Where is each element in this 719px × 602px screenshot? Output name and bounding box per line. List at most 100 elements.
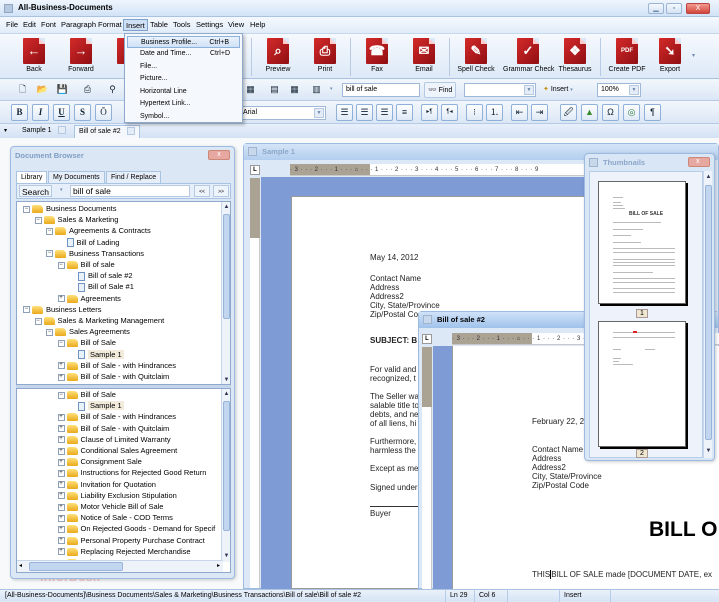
expand-icon[interactable]: + [57, 514, 65, 522]
close-browser-button[interactable]: x [208, 150, 230, 160]
scrollbar-thumb[interactable] [705, 185, 712, 440]
tree-folder-item[interactable]: − Sales Agreements [46, 326, 130, 337]
tree-folder-item[interactable]: + Agreements [57, 293, 121, 304]
scroll-up-icon[interactable]: ▲ [222, 390, 230, 399]
scroll-up-icon[interactable]: ▲ [704, 173, 713, 182]
tree-folder-item[interactable]: + Bill of Sale - with Quitclaim [57, 371, 169, 382]
tree-folder-item[interactable]: − Business Letters [23, 304, 101, 315]
align-right-button[interactable]: ☰ [376, 104, 393, 121]
tree-folder-item[interactable]: + Clause of Limited Warranty [57, 434, 171, 445]
tree-folder-item[interactable]: − Business Transactions [46, 248, 144, 259]
tree-folder-item[interactable]: − Sales & Marketing [34, 214, 118, 225]
style-select[interactable]: ▼ [464, 83, 536, 97]
tree-folder-item[interactable]: + Bill of Sale - with Hindrances [57, 360, 176, 371]
expand-icon[interactable]: + [57, 295, 65, 303]
find-button[interactable]: 👓 Find [424, 82, 457, 98]
menu-insert[interactable]: Insert [123, 19, 148, 31]
increase-indent-button[interactable]: ⇥ [531, 104, 548, 121]
tab-stop-selector[interactable]: L [250, 165, 260, 175]
italic-button[interactable]: I [32, 104, 49, 121]
table-insert-button[interactable]: ▤ [266, 81, 283, 98]
tree-folder-item[interactable]: + Notice of Sale - COD Terms [57, 512, 173, 523]
collapse-icon[interactable]: − [57, 261, 65, 269]
fax-button[interactable]: ☎ Fax [354, 37, 400, 79]
menu-tools[interactable]: Tools [171, 19, 193, 31]
toolbar-overflow-icon[interactable]: ▾ [692, 52, 695, 59]
tab-stop-selector[interactable]: L [422, 334, 432, 344]
menu-help[interactable]: Help [248, 19, 267, 31]
expand-icon[interactable]: + [57, 503, 65, 511]
zoom-select[interactable]: 100% ▼ [597, 83, 641, 97]
back-button[interactable]: ← Back [11, 37, 57, 79]
collapse-icon[interactable]: − [46, 250, 53, 258]
menu-file[interactable]: File [4, 19, 20, 31]
align-left-button[interactable]: ☰ [336, 104, 353, 121]
collapse-icon[interactable]: − [34, 317, 42, 325]
email-button[interactable]: ✉ Email [401, 37, 447, 79]
scrollbar-thumb[interactable] [29, 562, 123, 571]
close-button[interactable]: X [686, 3, 710, 14]
scroll-down-icon[interactable]: ▼ [704, 447, 713, 456]
app-icon[interactable] [4, 4, 13, 13]
scrollbar-thumb[interactable] [223, 401, 230, 531]
tree-document-item[interactable]: Bill of sale #2 [69, 270, 133, 281]
maximize-button[interactable]: ▫ [666, 3, 682, 14]
expand-icon[interactable]: + [57, 481, 65, 489]
search-mode-button[interactable]: Search [19, 185, 52, 197]
tab-bill-of-sale-2[interactable]: Bill of sale #2 [74, 125, 140, 138]
ltr-button[interactable]: ▸¶ [421, 104, 438, 121]
chevron-down-icon[interactable]: ▾ [60, 187, 63, 193]
expand-icon[interactable]: + [57, 492, 65, 500]
doc-body-line[interactable]: THISBILL OF SALE made [DOCUMENT DATE, ex [532, 570, 712, 580]
menu-item-picture[interactable]: Picture... [127, 73, 240, 85]
tree-folder-item[interactable]: − Bill of sale [57, 259, 115, 270]
expand-icon[interactable]: + [57, 525, 65, 533]
align-center-button[interactable]: ☰ [356, 104, 373, 121]
menu-item-business-profile[interactable]: Business Profile... Ctrl+B [127, 36, 240, 48]
thesaurus-button[interactable]: ❖ Thesaurus [552, 37, 598, 79]
font-select[interactable]: Arial ▼ [240, 106, 326, 120]
browser-search-input[interactable]: bill of sale [70, 185, 190, 197]
tree-folder-item[interactable]: + Consignment Sale [57, 456, 142, 467]
forward-button[interactable]: → Forward [58, 37, 104, 79]
export-button[interactable]: ➘ Export [647, 37, 693, 79]
tree-folder-item[interactable]: + Conditional Sales Agreement [57, 445, 177, 456]
tree-folder-item[interactable]: − Bill of Sale [57, 389, 116, 400]
collapse-icon[interactable]: − [34, 216, 42, 224]
calendar-button[interactable]: ▥ [308, 81, 325, 98]
insert-symbol-button[interactable]: Ω [602, 104, 619, 121]
tab-list-dropdown-icon[interactable]: ▾ [4, 127, 7, 134]
expand-icon[interactable]: + [57, 413, 65, 421]
tree-folder-item[interactable]: − Agreements & Contracts [46, 225, 151, 236]
thumbnail-page-number[interactable]: 2 [636, 449, 648, 458]
horizontal-ruler[interactable]: · 3 · · · 2 · · · 1 · · · ⌂ · · · 1 · · … [290, 164, 590, 176]
search-next-button[interactable]: >> [213, 185, 229, 197]
scroll-down-icon[interactable]: ▼ [222, 552, 230, 561]
close-tab-icon[interactable] [126, 127, 135, 136]
share-button[interactable]: ⚲ [104, 81, 121, 98]
tree-folder-item[interactable]: + Personal Property Purchase Contract [57, 535, 205, 546]
expand-icon[interactable]: + [57, 548, 65, 556]
vertical-ruler[interactable] [422, 347, 432, 590]
preview-button[interactable]: ⌕ Preview [255, 37, 301, 79]
insert-picture-button[interactable]: ▲ [581, 104, 598, 121]
justify-button[interactable]: ≡ [396, 104, 413, 121]
insert-image-button[interactable]: 🖉 [560, 104, 577, 121]
save-button[interactable]: 💾 [54, 81, 71, 98]
tree-folder-item[interactable]: − Sales & Marketing Management [34, 315, 164, 326]
spell-check-button[interactable]: ✎ Spell Check [453, 37, 499, 79]
insert-object-button[interactable]: ✦ Insert ▾ [543, 83, 573, 97]
vertical-ruler[interactable] [250, 178, 260, 588]
menu-item-file[interactable]: File... [127, 61, 240, 73]
collapse-icon[interactable]: − [57, 391, 65, 399]
scroll-down-icon[interactable]: ▼ [222, 376, 230, 384]
thumbnails-scrollbar[interactable]: ▲ ▼ [703, 171, 712, 458]
decrease-indent-button[interactable]: ⇤ [511, 104, 528, 121]
tree-folder-item[interactable]: + On Rejected Goods - Demand for Specif [57, 523, 215, 534]
print-button[interactable]: ⎙ Print [302, 37, 348, 79]
tree-folder-item[interactable]: − Bill of Sale [57, 337, 116, 348]
menu-item-symbol[interactable]: Symbol... [127, 111, 240, 123]
calendar-dropdown-icon[interactable]: ▾ [330, 86, 333, 92]
tree-folder-item[interactable]: + Invitation for Quotation [57, 479, 156, 490]
menu-paragraph[interactable]: Paragraph [59, 19, 98, 31]
